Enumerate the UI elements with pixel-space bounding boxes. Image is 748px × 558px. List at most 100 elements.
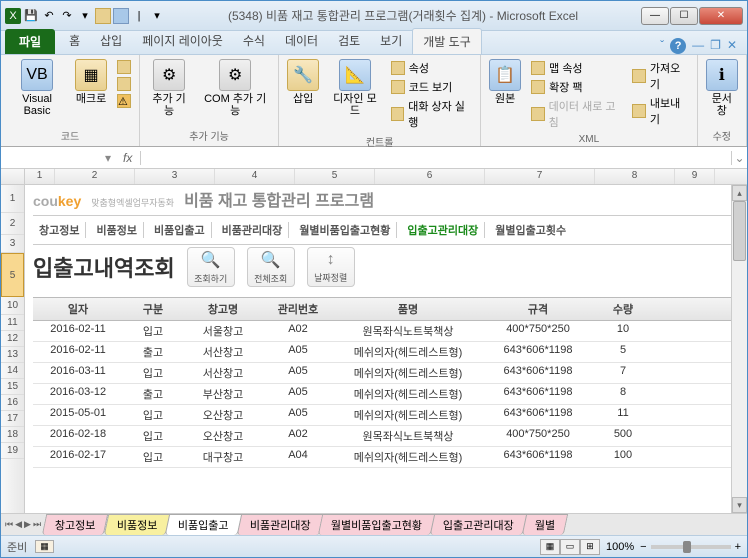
search-action-button[interactable]: 🔍 조회하기 bbox=[187, 247, 235, 287]
column-header[interactable]: 4 bbox=[215, 169, 295, 184]
file-tab[interactable]: 파일 bbox=[5, 29, 55, 54]
tab-next-icon[interactable]: ▶ bbox=[24, 519, 31, 530]
ribbon-tab[interactable]: 보기 bbox=[370, 28, 412, 54]
page-layout-view-button[interactable]: ▭ bbox=[560, 539, 580, 555]
nav-item[interactable]: 입출고관리대장 bbox=[401, 222, 485, 238]
qat-custom2-icon[interactable] bbox=[113, 8, 129, 24]
workbook-restore-icon[interactable]: ❐ bbox=[710, 38, 721, 54]
minimize-button[interactable]: — bbox=[641, 7, 669, 25]
row-header[interactable]: 18 bbox=[1, 427, 24, 443]
workbook-close-icon[interactable]: ✕ bbox=[727, 38, 737, 54]
fx-button[interactable]: fx bbox=[115, 151, 141, 165]
doc-panel-button[interactable]: ℹ 문서 창 bbox=[704, 57, 740, 119]
qat-custom1-icon[interactable] bbox=[95, 8, 111, 24]
ribbon-tab[interactable]: 페이지 레이아웃 bbox=[132, 28, 233, 54]
sort-action-button[interactable]: ↕ 날짜정렬 bbox=[307, 247, 355, 287]
normal-view-button[interactable]: ▦ bbox=[540, 539, 560, 555]
qat-dropdown2-icon[interactable]: ▾ bbox=[149, 8, 165, 24]
properties-button[interactable]: 속성 bbox=[389, 59, 474, 77]
maximize-button[interactable]: ☐ bbox=[670, 7, 698, 25]
save-icon[interactable]: 💾 bbox=[23, 8, 39, 24]
insert-control-button[interactable]: 🔧 삽입 bbox=[285, 57, 321, 107]
column-header[interactable]: 2 bbox=[55, 169, 135, 184]
grid-column-header[interactable]: 품명 bbox=[333, 298, 483, 320]
page-break-view-button[interactable]: ⊞ bbox=[580, 539, 600, 555]
design-mode-button[interactable]: 📐 디자인 모드 bbox=[327, 57, 383, 119]
ribbon-tab[interactable]: 검토 bbox=[328, 28, 370, 54]
scroll-down-icon[interactable]: ▾ bbox=[732, 497, 747, 513]
nav-item[interactable]: 비품정보 bbox=[90, 222, 143, 238]
run-dialog-button[interactable]: 대화 상자 실행 bbox=[389, 97, 474, 131]
zoom-slider[interactable]: − + bbox=[640, 541, 741, 553]
formula-expand-icon[interactable]: ⌄ bbox=[731, 151, 747, 165]
all-action-button[interactable]: 🔍 전체조회 bbox=[247, 247, 295, 287]
macro-security-button[interactable]: ⚠ bbox=[115, 93, 133, 109]
nav-item[interactable]: 비품입출고 bbox=[148, 222, 212, 238]
record-macro-button[interactable] bbox=[115, 59, 133, 75]
column-header[interactable]: 8 bbox=[595, 169, 675, 184]
zoom-thumb[interactable] bbox=[683, 541, 691, 553]
tab-prev-icon[interactable]: ◀ bbox=[15, 519, 22, 530]
column-header[interactable]: 7 bbox=[485, 169, 595, 184]
table-row[interactable]: 2016-03-12출고부산창고A05메쉬의자(헤드레스트형)643*606*1… bbox=[33, 384, 739, 405]
map-properties-button[interactable]: 맵 속성 bbox=[529, 59, 624, 77]
table-row[interactable]: 2016-02-11출고서산창고A05메쉬의자(헤드레스트형)643*606*1… bbox=[33, 342, 739, 363]
xml-import-button[interactable]: 가져오기 bbox=[630, 59, 690, 93]
table-row[interactable]: 2015-05-01입고오산창고A05메쉬의자(헤드레스트형)643*606*1… bbox=[33, 405, 739, 426]
ribbon-tab[interactable]: 데이터 bbox=[275, 28, 328, 54]
grid-column-header[interactable]: 관리번호 bbox=[263, 298, 333, 320]
scroll-up-icon[interactable]: ▴ bbox=[732, 185, 747, 201]
visual-basic-button[interactable]: VB Visual Basic bbox=[7, 57, 67, 119]
xml-export-button[interactable]: 내보내기 bbox=[630, 94, 690, 128]
ribbon-toggle-icon[interactable]: ˇ bbox=[660, 38, 664, 54]
ribbon-tab[interactable]: 삽입 bbox=[90, 28, 132, 54]
sheet-tab[interactable]: 비품관리대장 bbox=[236, 514, 323, 535]
undo-icon[interactable]: ↶ bbox=[41, 8, 57, 24]
column-header[interactable]: 6 bbox=[375, 169, 485, 184]
row-header[interactable]: 12 bbox=[1, 331, 24, 347]
sheet-tab[interactable]: 비품정보 bbox=[103, 514, 170, 535]
nav-item[interactable]: 월별입출고횟수 bbox=[489, 222, 572, 238]
ribbon-tab[interactable]: 개발 도구 bbox=[412, 28, 482, 54]
nav-item[interactable]: 비품관리대장 bbox=[216, 222, 290, 238]
tab-last-icon[interactable]: ⏭ bbox=[33, 519, 41, 530]
close-button[interactable]: ✕ bbox=[699, 7, 743, 25]
zoom-level[interactable]: 100% bbox=[606, 541, 634, 553]
sheet-tab[interactable]: 월별 bbox=[522, 514, 569, 535]
zoom-track[interactable] bbox=[651, 545, 731, 549]
xml-source-button[interactable]: 📋 원본 bbox=[487, 57, 523, 107]
zoom-out-icon[interactable]: − bbox=[640, 541, 646, 553]
macro-button[interactable]: ▦ 매크로 bbox=[73, 57, 109, 107]
help-icon[interactable]: ? bbox=[670, 38, 686, 54]
table-row[interactable]: 2016-02-17입고대구창고A04메쉬의자(헤드레스트형)643*606*1… bbox=[33, 447, 739, 468]
table-row[interactable]: 2016-02-18입고오산창고A02원목좌식노트북책상400*750*2505… bbox=[33, 426, 739, 447]
refresh-data-button[interactable]: 데이터 새로 고침 bbox=[529, 97, 624, 131]
row-header[interactable]: 3 bbox=[1, 235, 24, 253]
sheet-tab[interactable]: 입출고관리대장 bbox=[430, 514, 527, 535]
row-header[interactable]: 1 bbox=[1, 185, 24, 213]
sheet-tab[interactable]: 월별비품입출고현황 bbox=[318, 514, 436, 535]
com-addins-button[interactable]: ⚙ COM 추가 기능 bbox=[198, 57, 272, 119]
row-header[interactable]: 16 bbox=[1, 395, 24, 411]
grid-column-header[interactable]: 일자 bbox=[33, 298, 123, 320]
row-header[interactable]: 19 bbox=[1, 443, 24, 459]
row-header[interactable]: 14 bbox=[1, 363, 24, 379]
column-header[interactable]: 1 bbox=[25, 169, 55, 184]
qat-dropdown-icon[interactable]: ▾ bbox=[77, 8, 93, 24]
column-header[interactable]: 5 bbox=[295, 169, 375, 184]
sheet-tab[interactable]: 창고정보 bbox=[42, 514, 109, 535]
expansion-pack-button[interactable]: 확장 팩 bbox=[529, 78, 624, 96]
view-code-button[interactable]: 코드 보기 bbox=[389, 78, 474, 96]
ribbon-tab[interactable]: 홈 bbox=[59, 28, 90, 54]
name-box-dropdown-icon[interactable]: ▾ bbox=[101, 151, 115, 165]
tab-first-icon[interactable]: ⏮ bbox=[5, 519, 13, 530]
ribbon-tab[interactable]: 수식 bbox=[233, 28, 275, 54]
column-header[interactable]: 9 bbox=[675, 169, 715, 184]
macro-indicator-icon[interactable]: ▦ bbox=[35, 540, 54, 553]
row-header[interactable]: 13 bbox=[1, 347, 24, 363]
nav-item[interactable]: 창고정보 bbox=[33, 222, 86, 238]
addins-button[interactable]: ⚙ 추가 기능 bbox=[146, 57, 192, 119]
sheet-tab[interactable]: 비품입출고 bbox=[165, 514, 242, 535]
scroll-thumb[interactable] bbox=[733, 201, 746, 261]
table-row[interactable]: 2016-02-11입고서울창고A02원목좌식노트북책상400*750*2501… bbox=[33, 321, 739, 342]
